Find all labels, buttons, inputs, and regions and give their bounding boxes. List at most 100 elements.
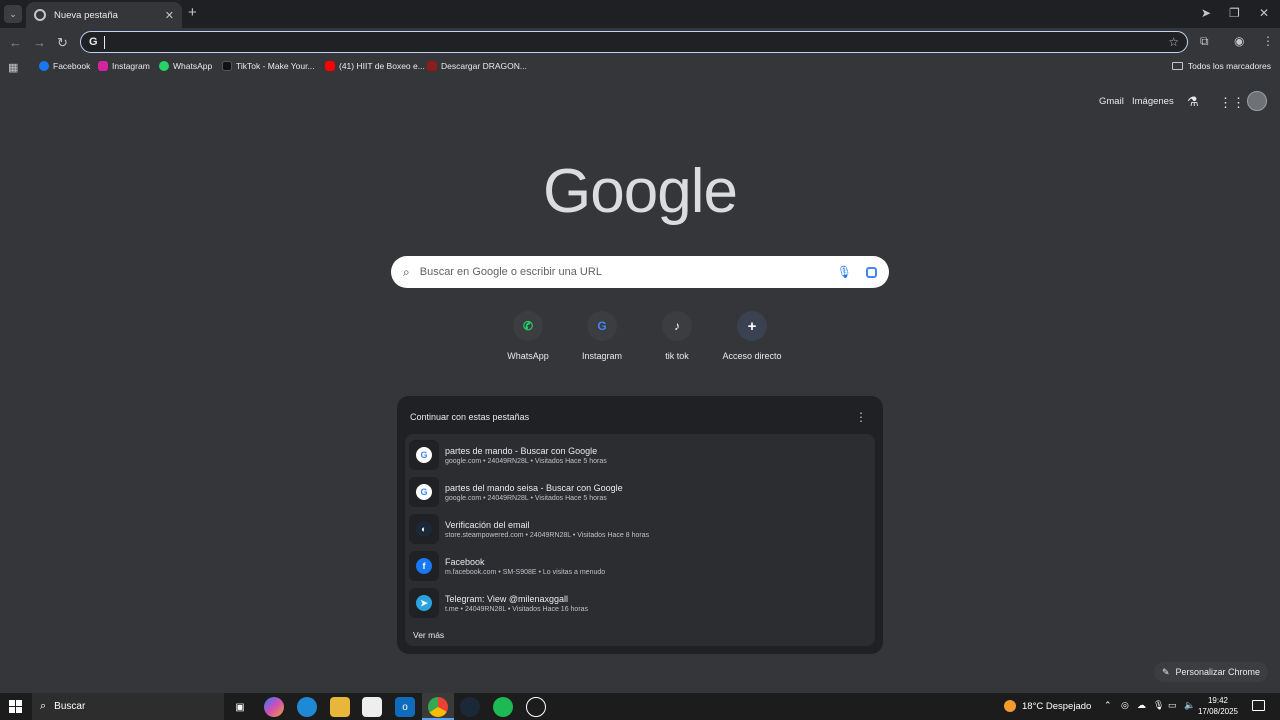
tab-title: Nueva pestaña <box>54 9 118 21</box>
back-button[interactable]: ← <box>9 35 22 50</box>
notification-icon[interactable] <box>1252 700 1265 711</box>
shortcut-whatsapp[interactable]: ✆ WhatsApp <box>488 311 568 361</box>
shortcut-label: WhatsApp <box>507 351 549 361</box>
chevron-down-icon: ⌄ <box>9 8 17 19</box>
restore-window-button[interactable]: ❐ <box>1229 6 1240 20</box>
item-meta: google.com • 24049RN28L • Visitados Hace… <box>445 494 607 502</box>
favicon-glyph: G <box>416 484 432 500</box>
bookmark-whatsapp[interactable]: WhatsApp <box>159 61 212 71</box>
microphone-icon[interactable]: 🎙 <box>837 265 852 279</box>
file-explorer-icon[interactable] <box>330 697 350 717</box>
labs-flask-icon[interactable]: ⚗ <box>1187 94 1199 110</box>
text-caret <box>103 35 105 49</box>
item-meta: store.steampowered.com • 24049RN28L • Vi… <box>445 531 650 539</box>
images-link[interactable]: Imágenes <box>1132 96 1174 107</box>
close-window-button[interactable]: ✕ <box>1259 6 1269 20</box>
google-icon: G <box>409 477 439 507</box>
bookmark-instagram[interactable]: Instagram <box>98 61 150 71</box>
bookmark-tiktok[interactable]: TikTok - Make Your... <box>222 61 315 71</box>
extensions-icon[interactable]: ⧉ <box>1200 34 1209 49</box>
tiktok-icon: ♪ <box>662 311 692 341</box>
spotify-icon[interactable] <box>493 697 513 717</box>
menu-icon[interactable]: ⋮ <box>1262 34 1274 48</box>
tray-app-icon[interactable]: ◎ <box>1121 700 1129 711</box>
shortcut-instagram[interactable]: G Instagram <box>562 311 642 361</box>
task-view-icon[interactable]: ▣ <box>230 697 250 717</box>
favicon-glyph: ◐ <box>416 521 432 537</box>
search-icon: ⌕ <box>40 700 47 712</box>
address-bar[interactable]: G ☆ <box>80 31 1188 53</box>
favicon-glyph: G <box>416 447 432 463</box>
network-icon[interactable]: ▭ <box>1168 700 1177 711</box>
item-title: Verificación del email <box>445 519 530 530</box>
tab-new-tab[interactable]: Nueva pestaña ✕ <box>26 2 182 28</box>
facebook-icon <box>39 61 49 71</box>
app-icon[interactable] <box>526 697 546 717</box>
weather-widget[interactable]: 18°C Despejado <box>1004 700 1091 712</box>
avatar[interactable] <box>1247 91 1267 111</box>
google-logo: Google <box>543 157 738 226</box>
copilot-icon[interactable] <box>264 697 284 717</box>
cursor-icon: ➤ <box>1201 6 1212 20</box>
google-icon: G <box>409 440 439 470</box>
new-tab-button[interactable]: + <box>188 4 197 21</box>
item-meta: google.com • 24049RN28L • Visitados Hace… <box>445 457 607 465</box>
volume-icon[interactable]: 🔈 <box>1184 700 1195 711</box>
bookmark-dragon[interactable]: Descargar DRAGON... <box>427 61 527 71</box>
search-icon: ⌕ <box>403 264 410 279</box>
list-item[interactable]: G partes del mando seisa - Buscar con Go… <box>405 474 875 510</box>
tiktok-icon <box>222 61 232 71</box>
tray-cloud-icon[interactable]: ☁ <box>1137 700 1146 711</box>
close-tab-icon[interactable]: ✕ <box>165 9 174 22</box>
steam-icon[interactable] <box>460 697 480 717</box>
gmail-link[interactable]: Gmail <box>1099 96 1124 107</box>
shortcut-glyph: + <box>747 317 757 335</box>
see-more-link[interactable]: Ver más <box>413 630 444 640</box>
microphone-icon[interactable]: 🎙 <box>1153 700 1164 711</box>
customize-label: Personalizar Chrome <box>1175 667 1261 677</box>
list-item[interactable]: G partes de mando - Buscar con Google goo… <box>405 437 875 473</box>
customize-chrome-button[interactable]: ✎ Personalizar Chrome <box>1154 662 1268 682</box>
list-item[interactable]: ◐ Verificación del email store.steampower… <box>405 511 875 547</box>
store-icon[interactable] <box>362 697 382 717</box>
tray-chevron-icon[interactable]: ⌃ <box>1104 700 1112 711</box>
tab-search-button[interactable]: ⌄ <box>4 5 22 23</box>
instagram-icon <box>98 61 108 71</box>
search-box[interactable]: ⌕ Buscar en Google o escribir una URL 🎙 <box>391 256 889 288</box>
google-icon: G <box>587 311 617 341</box>
youtube-icon <box>325 61 335 71</box>
forward-button[interactable]: → <box>33 35 46 50</box>
chrome-icon[interactable] <box>428 697 448 717</box>
item-title: partes de mando - Buscar con Google <box>445 445 598 456</box>
clock-time: 19:42 <box>1207 696 1229 705</box>
favicon-glyph: ➤ <box>416 595 432 611</box>
shortcut-add[interactable]: + Acceso directo <box>712 311 792 361</box>
profile-icon[interactable]: ◉ <box>1234 34 1244 48</box>
clock[interactable]: 19:42 17/08/2025 <box>1196 695 1240 717</box>
weather-text: 18°C Despejado <box>1022 700 1092 712</box>
search-input[interactable]: Buscar en Google o escribir una URL <box>420 266 837 278</box>
apps-grid-icon[interactable]: ▦ <box>8 61 18 74</box>
shortcut-glyph: ♪ <box>674 319 680 333</box>
list-item[interactable]: f Facebook m.facebook.com • SM-S908E • Lo… <box>405 548 875 584</box>
camera-lens-icon[interactable] <box>866 266 877 278</box>
whatsapp-icon: ✆ <box>513 311 543 341</box>
list-item[interactable]: ➤ Telegram: View @milenaxggall t.me • 240… <box>405 585 875 621</box>
taskbar-search[interactable]: ⌕ Buscar <box>32 693 224 720</box>
bookmark-star-icon[interactable]: ☆ <box>1168 35 1179 49</box>
item-title: Telegram: View @milenaxggall <box>445 593 569 604</box>
continue-tabs-card: Continuar con estas pestañas ⋮ G partes … <box>397 396 883 654</box>
taskbar-search-label: Buscar <box>54 701 86 712</box>
chrome-icon <box>34 9 46 21</box>
shortcut-tiktok[interactable]: ♪ tik tok <box>637 311 717 361</box>
shortcut-glyph: ✆ <box>522 319 534 333</box>
shortcut-label: Acceso directo <box>722 351 782 361</box>
outlook-icon[interactable]: o <box>395 697 415 717</box>
more-options-icon[interactable]: ⋮ <box>855 410 867 424</box>
reload-button[interactable]: ↻ <box>57 35 68 51</box>
bookmark-facebook[interactable]: Facebook <box>39 61 90 71</box>
edge-icon[interactable] <box>297 697 317 717</box>
bookmark-youtube[interactable]: (41) HIIT de Boxeo e... <box>325 61 425 71</box>
all-bookmarks[interactable]: Todos los marcadores <box>1171 61 1271 71</box>
windows-start-icon[interactable] <box>9 700 22 713</box>
